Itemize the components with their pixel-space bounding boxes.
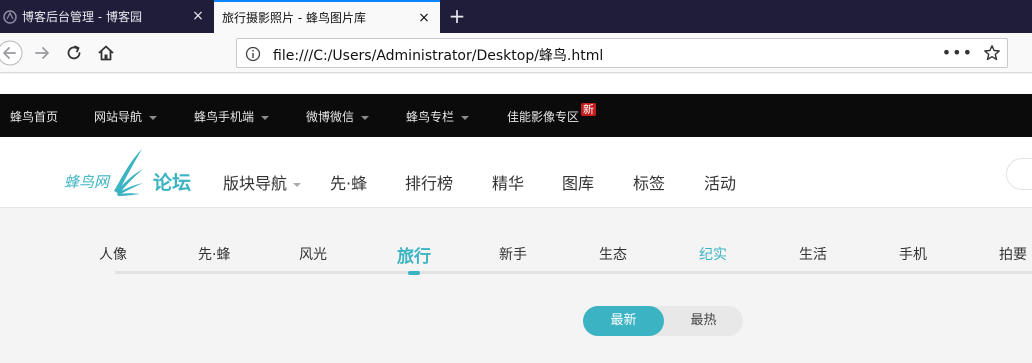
forum-title: 论坛 bbox=[153, 172, 192, 194]
topbar-canon-zone[interactable]: 佳能影像专区新 bbox=[507, 103, 596, 125]
tab-close-icon[interactable]: × bbox=[416, 10, 432, 26]
forward-icon bbox=[35, 47, 49, 59]
category-portrait[interactable]: 人像 bbox=[99, 244, 127, 264]
reload-button[interactable] bbox=[60, 39, 88, 67]
forward-button[interactable] bbox=[28, 39, 56, 67]
chevron-down-icon bbox=[361, 115, 370, 120]
topbar-mobile[interactable]: 蜂鸟手机端 bbox=[194, 108, 270, 125]
topbar-label: 蜂鸟首页 bbox=[10, 110, 59, 124]
topbar-label: 佳能影像专区 bbox=[507, 110, 580, 124]
tab-blog-admin[interactable]: 博客后台管理 - 博客园 × bbox=[0, 0, 214, 33]
category-landscape[interactable]: 风光 bbox=[299, 244, 327, 264]
category-travel[interactable]: 旅行 bbox=[397, 242, 431, 267]
tab-title: 旅行摄影照片 - 蜂鸟图片库 bbox=[222, 11, 366, 25]
category-track bbox=[115, 271, 1032, 274]
reload-icon bbox=[67, 45, 81, 60]
topbar-label: 蜂鸟专栏 bbox=[406, 110, 455, 124]
tab-close-icon[interactable]: × bbox=[190, 8, 206, 24]
back-icon bbox=[0, 40, 23, 66]
chevron-down-icon bbox=[149, 115, 158, 120]
header-nav-board[interactable]: 版块导航 bbox=[223, 170, 302, 194]
header-nav-label: 版块导航 bbox=[223, 174, 288, 193]
header-nav-featured[interactable]: 精华 bbox=[492, 170, 524, 194]
chevron-down-icon bbox=[293, 182, 302, 187]
topbar-label: 网站导航 bbox=[94, 110, 143, 124]
header-nav-events[interactable]: 活动 bbox=[704, 170, 736, 194]
logo-text: 蜂鸟网 bbox=[64, 173, 110, 191]
topbar-weibo-wechat[interactable]: 微博微信 bbox=[306, 108, 370, 125]
page-top-spacer bbox=[0, 74, 1032, 94]
chevron-down-icon bbox=[461, 115, 470, 120]
category-mobile[interactable]: 手机 bbox=[899, 244, 927, 264]
category-documentary[interactable]: 纪实 bbox=[699, 244, 727, 264]
chevron-down-icon bbox=[261, 115, 270, 120]
topbar-column[interactable]: 蜂鸟专栏 bbox=[406, 108, 470, 125]
header-nav-ranking[interactable]: 排行榜 bbox=[405, 170, 453, 194]
category-beginner[interactable]: 新手 bbox=[499, 244, 527, 264]
topbar-label: 蜂鸟手机端 bbox=[194, 110, 255, 124]
sort-hottest-button[interactable]: 最热 bbox=[664, 306, 743, 336]
category-life[interactable]: 生活 bbox=[799, 244, 827, 264]
url-text[interactable]: file:///C:/Users/Administrator/Desktop/蜂… bbox=[273, 45, 603, 65]
category-street[interactable]: 拍要 bbox=[999, 244, 1027, 264]
tab-strip: 博客后台管理 - 博客园 × 旅行摄影照片 - 蜂鸟图片库 × + bbox=[0, 0, 1032, 33]
sort-newest-button[interactable]: 最新 bbox=[583, 306, 664, 336]
active-category-indicator bbox=[408, 271, 420, 275]
site-top-bar: 蜂鸟首页 网站导航 蜂鸟手机端 微博微信 蜂鸟专栏 佳能影像专区新 bbox=[0, 94, 1032, 137]
page-actions-icon[interactable]: ••• bbox=[942, 43, 973, 62]
category-ecology[interactable]: 生态 bbox=[599, 244, 627, 264]
forum-header: 蜂鸟网 论坛 版块导航 先·蜂 排行榜 精华 图库 标签 活动 bbox=[0, 137, 1032, 208]
topbar-home-link[interactable]: 蜂鸟首页 bbox=[10, 108, 58, 125]
category-xianfeng[interactable]: 先·蜂 bbox=[198, 244, 230, 264]
home-icon bbox=[98, 45, 114, 61]
home-button[interactable] bbox=[92, 39, 120, 67]
tab-fengniao[interactable]: 旅行摄影照片 - 蜂鸟图片库 × bbox=[214, 0, 440, 33]
topbar-site-nav[interactable]: 网站导航 bbox=[94, 108, 158, 125]
url-bar[interactable]: file:///C:/Users/Administrator/Desktop/蜂… bbox=[236, 38, 1008, 68]
new-badge: 新 bbox=[581, 103, 596, 116]
navigation-bar: file:///C:/Users/Administrator/Desktop/蜂… bbox=[0, 33, 1032, 73]
header-nav-tags[interactable]: 标签 bbox=[633, 170, 665, 194]
favicon-icon bbox=[3, 9, 17, 24]
hummingbird-wing-icon bbox=[114, 149, 143, 196]
new-tab-button[interactable]: + bbox=[445, 4, 469, 28]
tab-title: 博客后台管理 - 博客园 bbox=[22, 10, 142, 24]
topbar-label: 微博微信 bbox=[306, 110, 355, 124]
header-nav-gallery[interactable]: 图库 bbox=[562, 170, 594, 194]
info-icon[interactable] bbox=[245, 46, 261, 62]
search-input[interactable] bbox=[1006, 158, 1032, 190]
sort-toggle: 最新 最热 bbox=[583, 306, 743, 336]
bookmark-star-icon[interactable] bbox=[983, 44, 1001, 62]
header-nav-xianfeng[interactable]: 先·蜂 bbox=[330, 170, 367, 194]
back-button[interactable] bbox=[0, 39, 24, 67]
